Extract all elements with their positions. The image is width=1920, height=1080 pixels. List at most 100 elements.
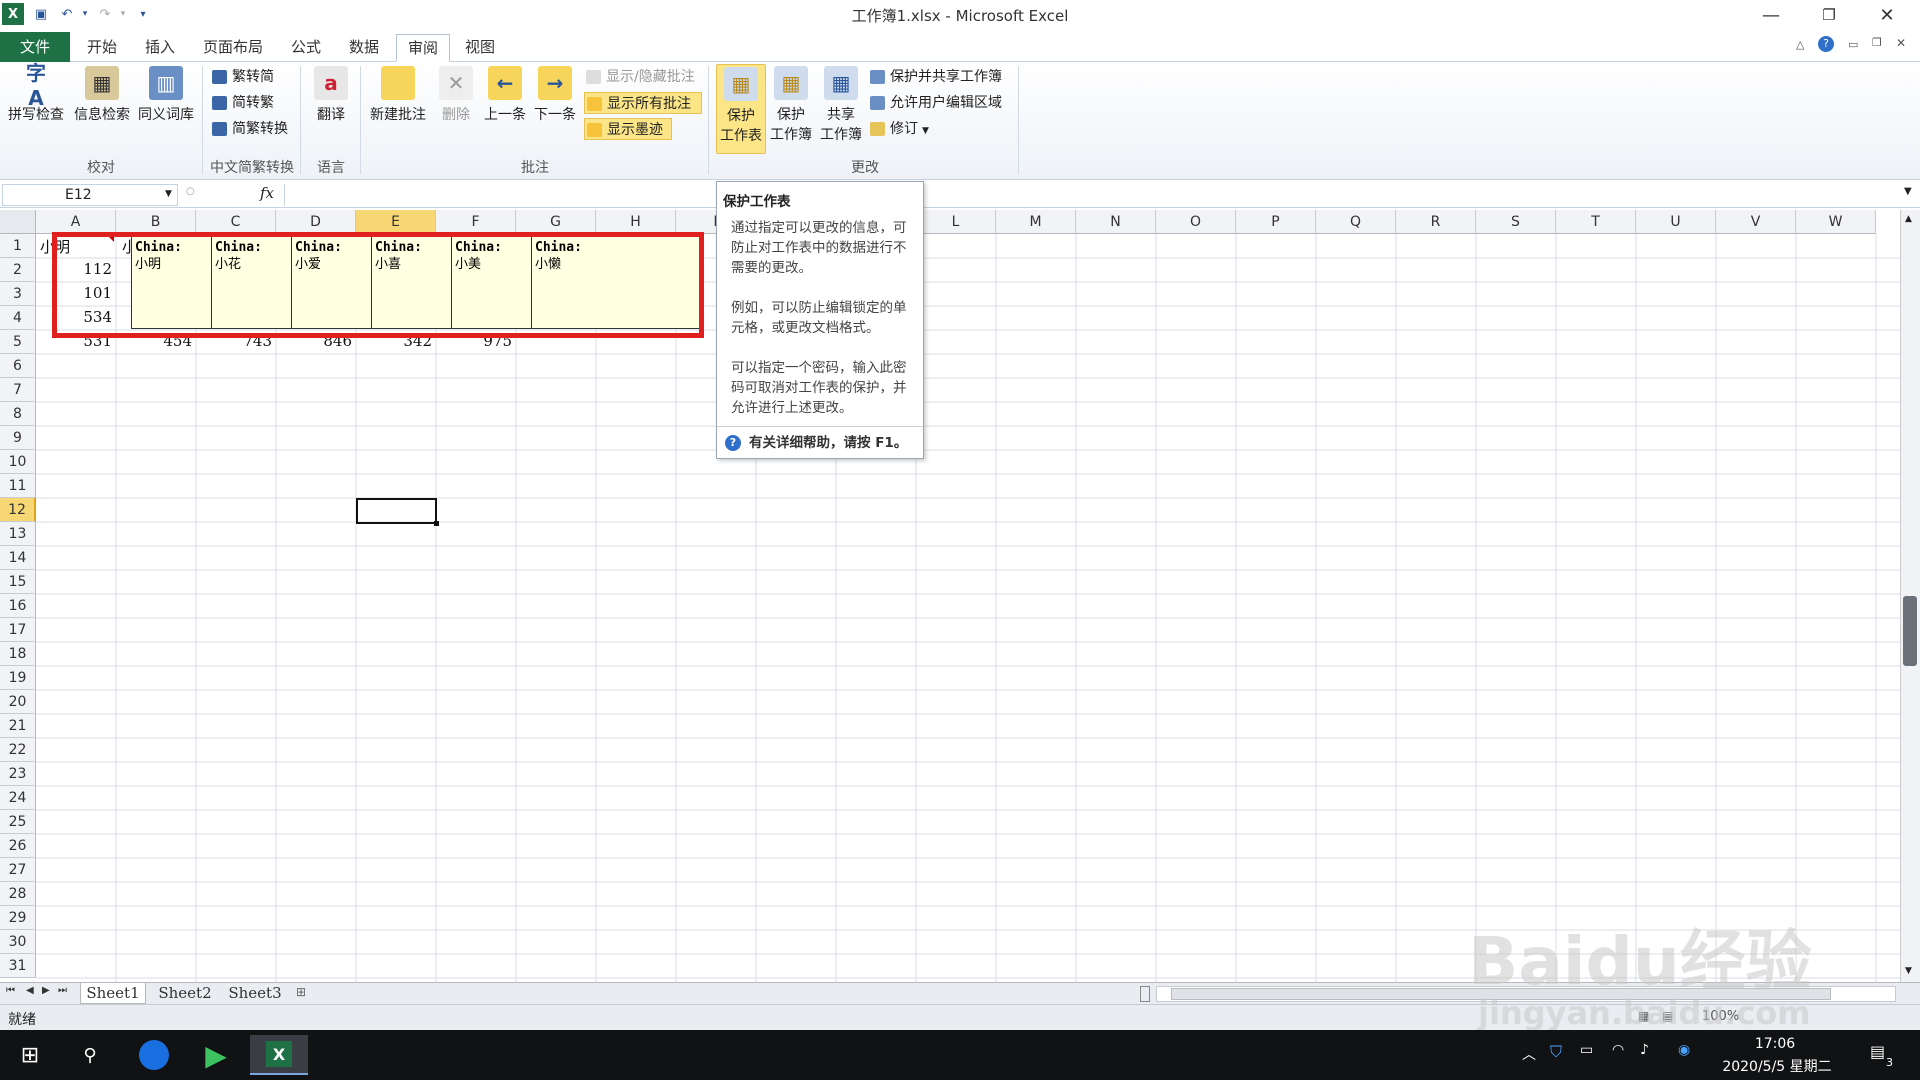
next-comment-button[interactable]: → 下一条 <box>530 66 580 124</box>
row-header-6[interactable]: 6 <box>0 354 36 378</box>
sheet-tab-sheet1[interactable]: Sheet1 <box>80 983 146 1004</box>
fill-handle[interactable] <box>434 521 439 526</box>
translate-button[interactable]: a 翻译 <box>306 66 356 124</box>
scroll-up-icon[interactable]: ▲ <box>1905 214 1912 224</box>
row-header-4[interactable]: 4 <box>0 306 36 330</box>
security-shield-icon[interactable]: ⛉ <box>1550 1042 1562 1062</box>
restore-icon[interactable]: ❐ <box>1800 0 1858 30</box>
ime-icon[interactable]: ◉ <box>1678 1042 1690 1058</box>
new-comment-button[interactable]: 新建批注 <box>364 66 432 124</box>
row-header-14[interactable]: 14 <box>0 546 36 570</box>
column-header-v[interactable]: V <box>1716 210 1796 234</box>
column-header-m[interactable]: M <box>996 210 1076 234</box>
vertical-scrollbar[interactable]: ▲ ▼ <box>1900 210 1920 982</box>
prev-sheet-icon[interactable]: ◀ <box>26 985 34 996</box>
wifi-icon[interactable]: ◠ <box>1612 1042 1624 1058</box>
split-handle[interactable] <box>1140 986 1150 1002</box>
sheet-tab-sheet2[interactable]: Sheet2 <box>152 983 218 1004</box>
delete-comment-button[interactable]: ✕ 删除 <box>434 66 478 124</box>
show-ink-button[interactable]: 显示墨迹 <box>584 118 672 140</box>
column-header-l[interactable]: L <box>916 210 996 234</box>
share-workbook-button[interactable]: ▦ 共享 工作簿 <box>816 66 866 144</box>
tab-formulas[interactable]: 公式 <box>280 34 332 62</box>
row-header-20[interactable]: 20 <box>0 690 36 714</box>
to-traditional-button[interactable]: 简转繁 <box>210 92 274 114</box>
formula-input[interactable] <box>284 184 1902 206</box>
row-header-18[interactable]: 18 <box>0 642 36 666</box>
column-header-r[interactable]: R <box>1396 210 1476 234</box>
column-header-o[interactable]: O <box>1156 210 1236 234</box>
row-header-2[interactable]: 2 <box>0 258 36 282</box>
wb-restore-icon[interactable]: ❐ <box>1872 36 1882 49</box>
tab-view[interactable]: 视图 <box>454 34 506 62</box>
to-simplified-button[interactable]: 繁转简 <box>210 66 274 88</box>
minimize-icon[interactable]: — <box>1742 0 1800 30</box>
show-hidden-icons-icon[interactable]: ︿ <box>1522 1044 1536 1064</box>
close-icon[interactable]: ✕ <box>1858 0 1916 30</box>
insert-function-icon[interactable]: fx <box>260 184 274 202</box>
show-hide-comment-button[interactable]: 显示/隐藏批注 <box>584 66 695 88</box>
row-header-17[interactable]: 17 <box>0 618 36 642</box>
protect-share-button[interactable]: 保护并共享工作簿 <box>868 66 1002 88</box>
tab-review[interactable]: 审阅 <box>396 34 450 62</box>
search-icon[interactable]: ⚲ <box>70 1035 110 1075</box>
active-cell-e12[interactable] <box>356 498 437 524</box>
row-header-28[interactable]: 28 <box>0 882 36 906</box>
row-header-9[interactable]: 9 <box>0 426 36 450</box>
row-header-29[interactable]: 29 <box>0 906 36 930</box>
battery-icon[interactable]: ▭ <box>1580 1042 1593 1058</box>
row-header-22[interactable]: 22 <box>0 738 36 762</box>
previous-comment-button[interactable]: ← 上一条 <box>480 66 530 124</box>
column-header-n[interactable]: N <box>1076 210 1156 234</box>
thesaurus-button[interactable]: ▥ 同义词库 <box>134 66 198 124</box>
sheet-tab-sheet3[interactable]: Sheet3 <box>222 983 288 1004</box>
excel-taskbar-icon[interactable]: X <box>250 1035 308 1075</box>
row-header-7[interactable]: 7 <box>0 378 36 402</box>
tab-insert[interactable]: 插入 <box>134 34 186 62</box>
spell-check-button[interactable]: 字A 拼写检查 <box>4 61 68 124</box>
row-header-26[interactable]: 26 <box>0 834 36 858</box>
column-header-q[interactable]: Q <box>1316 210 1396 234</box>
column-header-u[interactable]: U <box>1636 210 1716 234</box>
row-header-27[interactable]: 27 <box>0 858 36 882</box>
column-header-t[interactable]: T <box>1556 210 1636 234</box>
row-header-12[interactable]: 12 <box>0 498 36 522</box>
column-header-w[interactable]: W <box>1796 210 1876 234</box>
row-header-19[interactable]: 19 <box>0 666 36 690</box>
row-header-8[interactable]: 8 <box>0 402 36 426</box>
volume-icon[interactable]: ♪ <box>1640 1042 1649 1058</box>
row-header-10[interactable]: 10 <box>0 450 36 474</box>
last-sheet-icon[interactable]: ⏭ <box>58 985 67 996</box>
media-player-icon[interactable]: ▶ <box>196 1035 236 1075</box>
notification-center-icon[interactable]: ▤ <box>1870 1042 1885 1061</box>
column-header-s[interactable]: S <box>1476 210 1556 234</box>
wb-minimize-icon[interactable]: ▭ <box>1848 38 1858 51</box>
column-header-p[interactable]: P <box>1236 210 1316 234</box>
next-sheet-icon[interactable]: ▶ <box>42 985 50 996</box>
clock-time[interactable]: 17:06 <box>1720 1036 1830 1052</box>
wb-close-icon[interactable]: ✕ <box>1896 36 1906 50</box>
help-icon[interactable]: ? <box>1818 36 1834 52</box>
research-button[interactable]: ▦ 信息检索 <box>70 66 134 124</box>
row-header-25[interactable]: 25 <box>0 810 36 834</box>
show-all-comments-button[interactable]: 显示所有批注 <box>584 92 702 114</box>
row-header-24[interactable]: 24 <box>0 786 36 810</box>
expand-formula-bar-icon[interactable]: ▼ <box>1904 186 1912 197</box>
row-header-31[interactable]: 31 <box>0 954 36 978</box>
clock-date[interactable]: 2020/5/5 星期二 <box>1712 1056 1842 1076</box>
row-header-30[interactable]: 30 <box>0 930 36 954</box>
sogou-app-icon[interactable] <box>134 1035 174 1075</box>
allow-edit-ranges-button[interactable]: 允许用户编辑区域 <box>868 92 1002 114</box>
row-header-13[interactable]: 13 <box>0 522 36 546</box>
tab-page-layout[interactable]: 页面布局 <box>196 34 270 62</box>
row-header-15[interactable]: 15 <box>0 570 36 594</box>
tab-data[interactable]: 数据 <box>338 34 390 62</box>
row-header-16[interactable]: 16 <box>0 594 36 618</box>
windows-start-icon[interactable]: ⊞ <box>10 1035 50 1075</box>
insert-sheet-icon[interactable]: ⊞ <box>296 985 306 999</box>
name-box[interactable]: E12 ▼ <box>2 184 178 206</box>
row-header-21[interactable]: 21 <box>0 714 36 738</box>
column-header-h[interactable]: H <box>596 210 676 234</box>
scroll-down-icon[interactable]: ▼ <box>1905 966 1912 976</box>
chinese-convert-button[interactable]: 简繁转换 <box>210 118 288 140</box>
